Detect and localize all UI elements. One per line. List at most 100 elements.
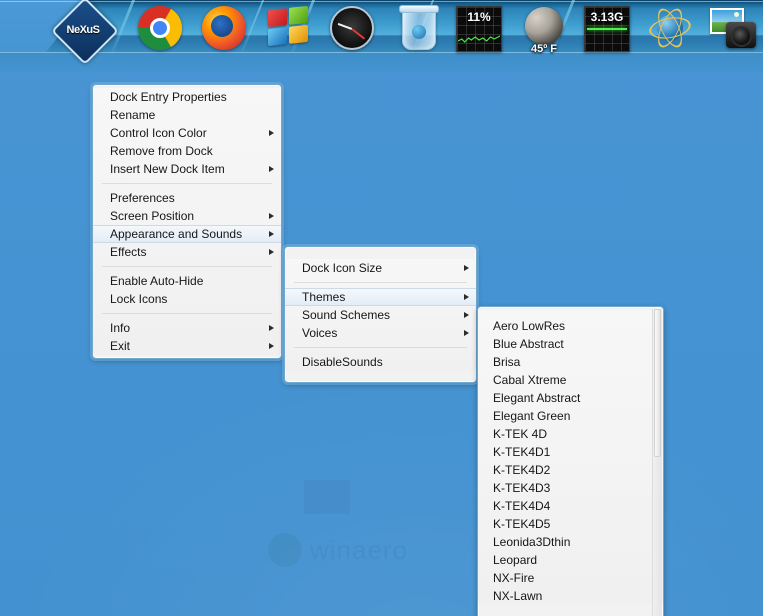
menu-item-label: Voices [302, 326, 338, 340]
appearance-and-sounds-submenu[interactable]: Dock Icon Size Themes Sound Schemes Voic… [282, 244, 479, 385]
dock-item-recycle-bin[interactable] [396, 5, 442, 52]
theme-item-blue-abstract[interactable]: Blue Abstract [478, 335, 663, 353]
menu-item-insert-new-dock-item[interactable]: Insert New Dock Item [93, 160, 281, 178]
watermark-shape [304, 480, 350, 514]
theme-item-k-tek4d2[interactable]: K-TEK4D2 [478, 461, 663, 479]
menu-item-label: Lock Icons [110, 292, 168, 306]
dock-reflection-floor [0, 52, 763, 72]
dock-item-clock[interactable] [330, 6, 376, 52]
watermark-label: winaero [310, 534, 409, 565]
appearance-and-sounds-submenu-body: Dock Icon Size Themes Sound Schemes Voic… [285, 259, 476, 371]
memory-meter-value: 3.13G [590, 10, 624, 24]
watermark-logo-icon [268, 533, 302, 567]
theme-item-aero-lowres[interactable]: Aero LowRes [478, 317, 663, 335]
dock-icon-row: NeXuS 11% 45º F 3.13G [0, 0, 763, 65]
moon-weather-icon: 45º F [521, 7, 567, 55]
submenu-arrow-icon [464, 311, 469, 318]
menu-item-control-icon-color[interactable]: Control Icon Color [93, 124, 281, 142]
submenu-arrow-icon [464, 293, 469, 300]
menu-item-label: Screen Position [110, 209, 195, 223]
theme-item-label: Blue Abstract [493, 337, 564, 351]
theme-item-label: Leopard [493, 553, 538, 567]
menu-separator [102, 266, 272, 267]
theme-item-k-tek4d5[interactable]: K-TEK4D5 [478, 515, 663, 533]
nexus-logo-icon: NeXuS [51, 0, 119, 65]
menu-separator [294, 347, 467, 348]
theme-item-label: NX-Fire [493, 571, 535, 585]
dock-item-network[interactable] [647, 5, 694, 52]
menu-item-dock-entry-properties[interactable]: Dock Entry Properties [93, 88, 281, 106]
globe-network-icon [647, 5, 693, 51]
screen: winaero NeXuS 11% 45º F 3.13G Dock Entry… [0, 0, 763, 616]
menu-item-screen-position[interactable]: Screen Position [93, 207, 281, 225]
menu-item-label: Preferences [110, 191, 175, 205]
theme-item-label: Aero LowRes [493, 319, 566, 333]
menu-item-sound-schemes[interactable]: Sound Schemes [285, 306, 476, 324]
theme-item-k-tek4d4[interactable]: K-TEK4D4 [478, 497, 663, 515]
theme-item-elegant-abstract[interactable]: Elegant Abstract [478, 389, 663, 407]
menu-item-appearance-and-sounds[interactable]: Appearance and Sounds [93, 225, 281, 243]
theme-item-k-tek4d1[interactable]: K-TEK4D1 [478, 443, 663, 461]
dock-item-memory-meter[interactable]: 3.13G [584, 6, 630, 52]
dock-item-nexus[interactable]: NeXuS [51, 0, 119, 65]
menu-item-lock-icons[interactable]: Lock Icons [93, 290, 281, 308]
menu-item-preferences[interactable]: Preferences [93, 189, 281, 207]
menu-item-voices[interactable]: Voices [285, 324, 476, 342]
submenu-arrow-icon [269, 342, 274, 349]
dock-item-chrome[interactable] [138, 6, 184, 52]
theme-item-label: Brisa [493, 355, 521, 369]
dock-item-camera[interactable] [710, 6, 756, 52]
menu-item-remove-from-dock[interactable]: Remove from Dock [93, 142, 281, 160]
submenu-arrow-icon [464, 329, 469, 336]
theme-item-k-tek4d3[interactable]: K-TEK4D3 [478, 479, 663, 497]
submenu-arrow-icon [269, 165, 274, 172]
theme-item-k-tek-4d[interactable]: K-TEK 4D [478, 425, 663, 443]
theme-item-label: K-TEK 4D [493, 427, 548, 441]
menu-item-exit[interactable]: Exit [93, 337, 281, 355]
dock-item-weather[interactable]: 45º F [521, 6, 567, 55]
theme-item-brisa[interactable]: Brisa [478, 353, 663, 371]
theme-item-label: K-TEK4D2 [493, 463, 551, 477]
menu-item-label: Exit [110, 339, 131, 353]
submenu-arrow-icon [269, 212, 274, 219]
theme-item-leopard[interactable]: Leopard [478, 551, 663, 569]
dock-item-cpu-meter[interactable]: 11% [456, 6, 502, 52]
camera-icon [710, 6, 756, 48]
menu-item-themes[interactable]: Themes [285, 288, 476, 306]
menu-item-label: Rename [110, 108, 156, 122]
nexus-dock[interactable]: NeXuS 11% 45º F 3.13G [0, 0, 763, 72]
submenu-arrow-icon [269, 324, 274, 331]
theme-item-label: Elegant Abstract [493, 391, 581, 405]
submenu-arrow-icon [269, 248, 274, 255]
menu-item-dock-icon-size[interactable]: Dock Icon Size [285, 259, 476, 277]
cpu-meter-icon: 11% [456, 6, 502, 52]
wallpaper-watermark: winaero [268, 480, 498, 580]
menu-item-enable-auto-hide[interactable]: Enable Auto-Hide [93, 272, 281, 290]
theme-item-leonida3dthin[interactable]: Leonida3Dthin [478, 533, 663, 551]
themes-scrollbar[interactable] [652, 309, 662, 616]
menu-item-label: Insert New Dock Item [110, 162, 225, 176]
menu-item-label: Remove from Dock [110, 144, 213, 158]
theme-item-nx-fire[interactable]: NX-Fire [478, 569, 663, 587]
menu-item-label: Control Icon Color [110, 126, 207, 140]
firefox-icon [202, 6, 246, 50]
dock-context-menu[interactable]: Dock Entry Properties Rename Control Ico… [90, 82, 284, 361]
theme-item-label: K-TEK4D4 [493, 499, 551, 513]
clock-icon [330, 6, 374, 50]
nexus-logo-label: NeXuS [66, 24, 100, 36]
windows-icon [266, 4, 310, 49]
menu-item-rename[interactable]: Rename [93, 106, 281, 124]
menu-item-disable-sounds[interactable]: DisableSounds [285, 353, 476, 371]
menu-item-effects[interactable]: Effects [93, 243, 281, 261]
submenu-arrow-icon [269, 230, 274, 237]
dock-item-windows[interactable] [266, 4, 312, 52]
theme-item-cabal-xtreme[interactable]: Cabal Xtreme [478, 371, 663, 389]
theme-item-nx-lawn[interactable]: NX-Lawn [478, 587, 663, 605]
themes-submenu[interactable]: Aero LowRes Blue Abstract Brisa Cabal Xt… [477, 306, 664, 616]
themes-scrollbar-thumb[interactable] [654, 309, 661, 457]
menu-item-info[interactable]: Info [93, 319, 281, 337]
theme-item-label: Elegant Green [493, 409, 571, 423]
theme-item-elegant-green[interactable]: Elegant Green [478, 407, 663, 425]
theme-item-label: Leonida3Dthin [493, 535, 571, 549]
dock-item-firefox[interactable] [202, 6, 248, 52]
